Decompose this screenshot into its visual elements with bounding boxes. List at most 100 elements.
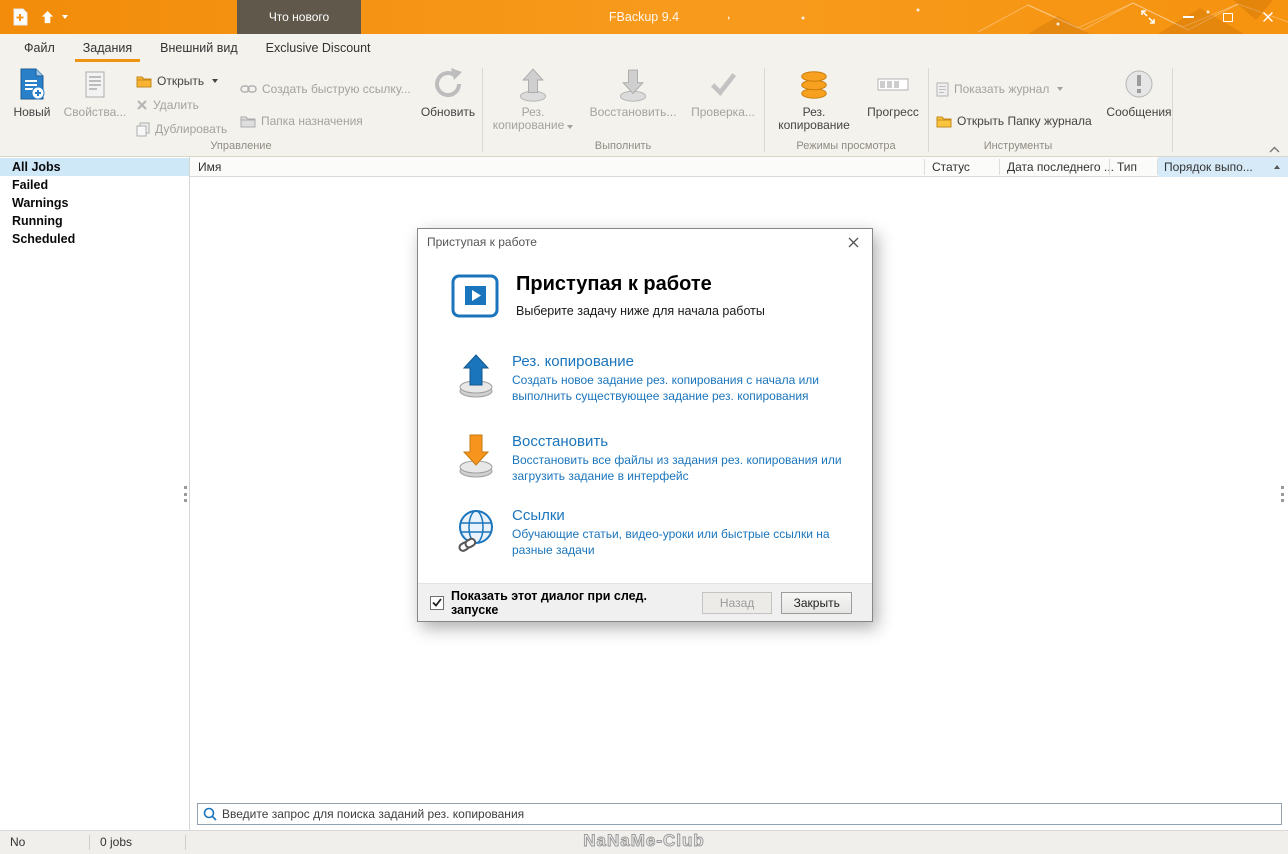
- close-dialog-button[interactable]: Закрыть: [781, 591, 853, 614]
- collapse-ribbon-button[interactable]: [1269, 142, 1280, 156]
- tab-view[interactable]: Внешний вид: [146, 34, 251, 62]
- tab-jobs[interactable]: Задания: [69, 34, 146, 62]
- sidebar-item-running[interactable]: Running: [0, 212, 189, 230]
- open-job-button[interactable]: Открыть: [136, 70, 219, 92]
- back-button[interactable]: Назад: [701, 591, 773, 614]
- fullscreen-icon: [1141, 10, 1155, 24]
- backup-option-icon: [459, 354, 493, 398]
- dialog-footer: Показать этот диалог при след. запуске Н…: [418, 583, 872, 621]
- show-dialog-checkbox-label[interactable]: Показать этот диалог при след. запуске: [451, 589, 693, 617]
- sort-ascending-icon: [1274, 165, 1280, 169]
- sidebar-item-all-jobs[interactable]: All Jobs: [0, 158, 189, 176]
- link-icon: [240, 85, 257, 93]
- links-option-link[interactable]: Ссылки: [512, 507, 844, 524]
- restore-option-description: Восстановить все файлы из задания рез. к…: [512, 453, 842, 483]
- close-icon: [1263, 12, 1273, 22]
- option-backup[interactable]: Рез. копирование Создать новое задание р…: [454, 353, 844, 404]
- show-dialog-checkbox[interactable]: [430, 595, 444, 610]
- create-quick-link-button[interactable]: Создать быструю ссылку...: [240, 78, 411, 100]
- progress-view-button[interactable]: Прогресс: [860, 64, 926, 119]
- restore-button[interactable]: Восстановить...: [586, 64, 680, 119]
- close-icon: [848, 237, 858, 248]
- chevron-up-icon: [1269, 146, 1280, 153]
- titlebar: Что нового FBackup 9.4: [0, 0, 1288, 34]
- minimize-button[interactable]: [1168, 0, 1208, 34]
- column-type[interactable]: Тип: [1109, 157, 1137, 177]
- group-label-tools: Инструменты: [983, 140, 1053, 152]
- tab-file[interactable]: Файл: [10, 34, 69, 62]
- check-icon: [711, 73, 737, 96]
- column-name[interactable]: Имя: [190, 157, 221, 177]
- column-exec-order[interactable]: Порядок выпо...: [1158, 157, 1288, 177]
- restore-down-arrow-icon: [619, 69, 647, 102]
- new-job-button[interactable]: Новый: [6, 64, 58, 119]
- column-last-date[interactable]: Дата последнего ...: [999, 157, 1114, 177]
- dialog-title: Приступая к работе: [427, 235, 537, 249]
- search-input[interactable]: [222, 807, 1276, 821]
- new-document-icon: [20, 68, 45, 100]
- backup-option-description: Создать новое задание рез. копирования с…: [512, 373, 820, 403]
- close-button[interactable]: [1248, 0, 1288, 34]
- job-search-bar: [197, 803, 1282, 825]
- open-folder-icon: [136, 76, 152, 87]
- right-splitter-handle[interactable]: [1281, 486, 1284, 502]
- option-restore[interactable]: Восстановить Восстановить все файлы из з…: [454, 433, 844, 484]
- backup-stack-icon: [801, 71, 827, 99]
- restore-option-icon: [459, 434, 493, 478]
- group-label-view-modes: Режимы просмотра: [796, 140, 896, 152]
- backup-arrow-icon: [41, 10, 54, 23]
- links-globe-icon: [458, 510, 493, 552]
- option-links[interactable]: Ссылки Обучающие статьи, видео-уроки или…: [454, 507, 844, 558]
- group-label-execute: Выполнить: [594, 140, 652, 152]
- refresh-button[interactable]: Обновить: [416, 64, 480, 119]
- sidebar-splitter-handle[interactable]: [184, 486, 187, 502]
- dialog-heading: Приступая к работе: [516, 273, 712, 295]
- refresh-icon: [435, 68, 462, 97]
- minimize-icon: [1182, 16, 1194, 18]
- backup-option-link[interactable]: Рез. копирование: [512, 353, 844, 370]
- delete-job-button[interactable]: Удалить: [136, 94, 199, 116]
- fbackup-window: Что нового FBackup 9.4 Файл Задания Внеш…: [0, 0, 1288, 854]
- tab-exclusive-discount[interactable]: Exclusive Discount: [252, 34, 385, 62]
- backup-view-button[interactable]: Рез. копирование: [770, 64, 858, 132]
- restore-option-link[interactable]: Восстановить: [512, 433, 844, 450]
- chevron-down-icon: [567, 125, 574, 129]
- messages-button[interactable]: Сообщения: [1104, 64, 1174, 119]
- destination-folder-button[interactable]: Папка назначения: [240, 110, 363, 132]
- run-backup-button[interactable]: Рез. копирование: [488, 64, 578, 132]
- maximize-button[interactable]: [1208, 0, 1248, 34]
- sidebar-item-warnings[interactable]: Warnings: [0, 194, 189, 212]
- properties-button[interactable]: Свойства...: [60, 64, 130, 119]
- chevron-down-icon: [1057, 87, 1064, 91]
- progress-icon: [877, 78, 909, 91]
- fullscreen-button[interactable]: [1128, 0, 1168, 34]
- log-folder-icon: [936, 116, 952, 127]
- log-file-icon: [936, 82, 949, 96]
- status-jobs-count: 0 jobs: [90, 835, 186, 850]
- quick-new-job-button[interactable]: [12, 8, 28, 26]
- folder-icon: [240, 116, 256, 127]
- ribbon-tab-bar: Файл Задания Внешний вид Exclusive Disco…: [0, 34, 1288, 62]
- dialog-subheading: Выберите задачу ниже для начала работы: [516, 304, 765, 318]
- open-log-folder-button[interactable]: Открыть Папку журнала: [936, 110, 1092, 132]
- properties-icon: [85, 71, 105, 97]
- new-job-icon: [13, 8, 28, 26]
- group-label-manage: Управление: [210, 140, 272, 152]
- sidebar-item-scheduled[interactable]: Scheduled: [0, 230, 189, 248]
- delete-icon: [137, 100, 147, 110]
- dialog-header: Приступая к работе Выберите задачу ниже …: [451, 273, 765, 319]
- show-log-button[interactable]: Показать журнал: [936, 78, 1064, 100]
- dialog-close-button[interactable]: [842, 234, 864, 251]
- duplicate-job-button[interactable]: Дублировать: [136, 118, 227, 140]
- column-status[interactable]: Статус: [924, 157, 970, 177]
- search-icon: [203, 807, 217, 821]
- getting-started-icon: [451, 274, 499, 318]
- sidebar-item-failed[interactable]: Failed: [0, 176, 189, 194]
- jobs-filter-sidebar: All Jobs Failed Warnings Running Schedul…: [0, 157, 190, 830]
- whats-new-button[interactable]: Что нового: [237, 0, 361, 34]
- quick-backup-button[interactable]: [40, 10, 68, 25]
- chevron-down-icon: [62, 15, 68, 19]
- messages-icon: [1125, 70, 1153, 98]
- test-button[interactable]: Проверка...: [684, 64, 762, 119]
- backup-up-arrow-icon: [519, 68, 547, 102]
